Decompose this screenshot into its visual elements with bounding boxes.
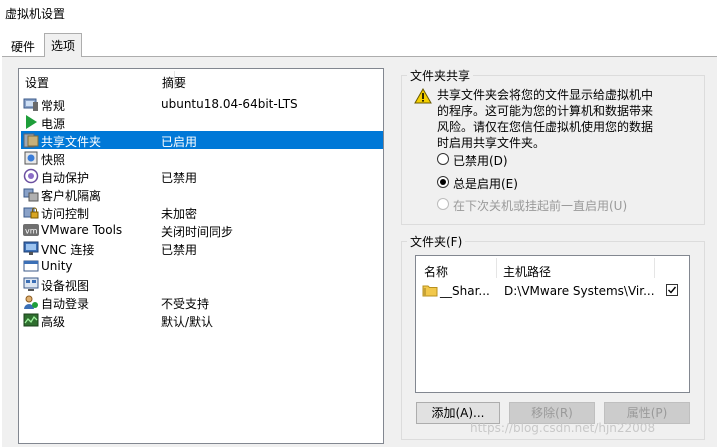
radio-always-enabled[interactable] <box>437 176 449 188</box>
setting-summary: 已禁用 <box>161 243 198 257</box>
general-icon <box>23 98 38 111</box>
tab-hardware[interactable]: 硬件 <box>4 35 42 57</box>
vmware-tools-icon: vm <box>23 224 39 236</box>
settings-list-header: 设置 摘要 <box>19 69 383 91</box>
setting-name: 自动登录 <box>41 297 90 311</box>
autoprotect-icon <box>23 168 39 184</box>
radio-always-enabled-label[interactable]: 总是启用(E) <box>453 175 518 192</box>
setting-name: 客户机隔离 <box>41 189 102 203</box>
settings-row-unity[interactable]: Unity <box>21 257 383 275</box>
warning-text: 共享文件夹会将您的文件显示给虚拟机中的程序。这可能为您的计算机和数据带来风险。请… <box>437 88 654 150</box>
autologin-icon <box>24 295 38 309</box>
column-header-name[interactable]: 名称 <box>424 263 448 280</box>
tab-options[interactable]: 选项 <box>44 33 83 57</box>
settings-row-shared-folders[interactable]: 共享文件夹 已启用 <box>21 131 383 149</box>
svg-text:vm: vm <box>25 227 38 236</box>
settings-row-general[interactable]: 常规 ubuntu18.04-64bit-LTS <box>21 95 383 113</box>
advanced-icon <box>23 313 39 327</box>
snapshot-icon <box>24 151 38 165</box>
setting-name: VNC 连接 <box>41 243 95 257</box>
setting-name: 访问控制 <box>41 207 90 221</box>
settings-list[interactable]: 设置 摘要 常规 ubuntu18.04-64bit-LTS 电源 共享文件夹 … <box>18 68 384 444</box>
setting-name: 常规 <box>41 99 66 113</box>
folders-title: 文件夹(F) <box>407 233 466 250</box>
setting-name: Unity <box>41 259 73 273</box>
setting-summary: 不受支持 <box>161 297 210 311</box>
setting-summary: 已启用 <box>161 135 198 149</box>
window-title: 虚拟机设置 <box>5 7 66 21</box>
settings-row-snapshots[interactable]: 快照 <box>21 149 383 167</box>
setting-name: 共享文件夹 <box>41 135 102 149</box>
folders-table[interactable]: 名称 主机路径 __Shar... D:\VMware Systems\Vir.… <box>415 255 690 393</box>
setting-name: 高级 <box>41 315 66 329</box>
folder-enabled-checkbox[interactable] <box>666 284 678 296</box>
radio-disabled[interactable] <box>437 153 449 165</box>
watermark: https://blog.csdn.net/hjn22008 <box>470 421 656 435</box>
shared-folder-icon <box>23 133 39 148</box>
radio-until-power-off <box>437 198 449 210</box>
column-header-setting[interactable]: 设置 <box>25 74 49 91</box>
settings-row-power[interactable]: 电源 <box>21 113 383 131</box>
power-icon <box>26 115 37 129</box>
settings-row-advanced[interactable]: 高级 默认/默认 <box>21 311 383 329</box>
folder-icon <box>422 285 438 297</box>
settings-row-autologin[interactable]: 自动登录 不受支持 <box>21 293 383 311</box>
settings-row-device-view[interactable]: 设备视图 <box>21 275 383 293</box>
setting-summary: ubuntu18.04-64bit-LTS <box>161 97 298 111</box>
setting-name: VMware Tools <box>41 223 123 237</box>
settings-row-access-control[interactable]: 访问控制 未加密 <box>21 203 383 221</box>
unity-icon <box>23 260 39 272</box>
settings-row-vnc[interactable]: VNC 连接 已禁用 <box>21 239 383 257</box>
warning-icon <box>414 88 432 104</box>
radio-disabled-label[interactable]: 已禁用(D) <box>453 152 508 169</box>
setting-summary: 已禁用 <box>161 171 198 185</box>
settings-row-autoprotect[interactable]: 自动保护 已禁用 <box>21 167 383 185</box>
vnc-icon <box>23 241 39 255</box>
column-header-host-path[interactable]: 主机路径 <box>503 263 551 280</box>
device-view-icon <box>23 277 39 291</box>
setting-name: 自动保护 <box>41 171 90 185</box>
column-header-summary[interactable]: 摘要 <box>162 74 186 91</box>
isolation-icon <box>23 188 39 202</box>
folder-name: __Shar... <box>440 284 490 298</box>
access-control-icon <box>23 207 39 219</box>
radio-until-power-off-label: 在下次关机或挂起前一直启用(U) <box>453 199 628 213</box>
column-divider <box>654 258 655 278</box>
column-divider <box>496 258 497 278</box>
folder-sharing-title: 文件夹共享 <box>407 67 474 84</box>
folder-row[interactable]: __Shar... D:\VMware Systems\Vir... <box>418 280 687 300</box>
setting-name: 设备视图 <box>41 279 90 293</box>
settings-row-vmware-tools[interactable]: vm VMware Tools 关闭时间同步 <box>21 221 383 239</box>
settings-row-guest-isolation[interactable]: 客户机隔离 <box>21 185 383 203</box>
checkmark-icon <box>668 286 677 294</box>
title-bar <box>0 0 719 28</box>
setting-name: 电源 <box>41 117 66 131</box>
setting-summary: 未加密 <box>161 207 198 221</box>
tab-strip <box>0 28 719 56</box>
setting-summary: 默认/默认 <box>161 315 214 329</box>
folder-host-path: D:\VMware Systems\Vir... <box>504 284 655 298</box>
setting-summary: 关闭时间同步 <box>161 225 234 239</box>
setting-name: 快照 <box>41 153 66 167</box>
